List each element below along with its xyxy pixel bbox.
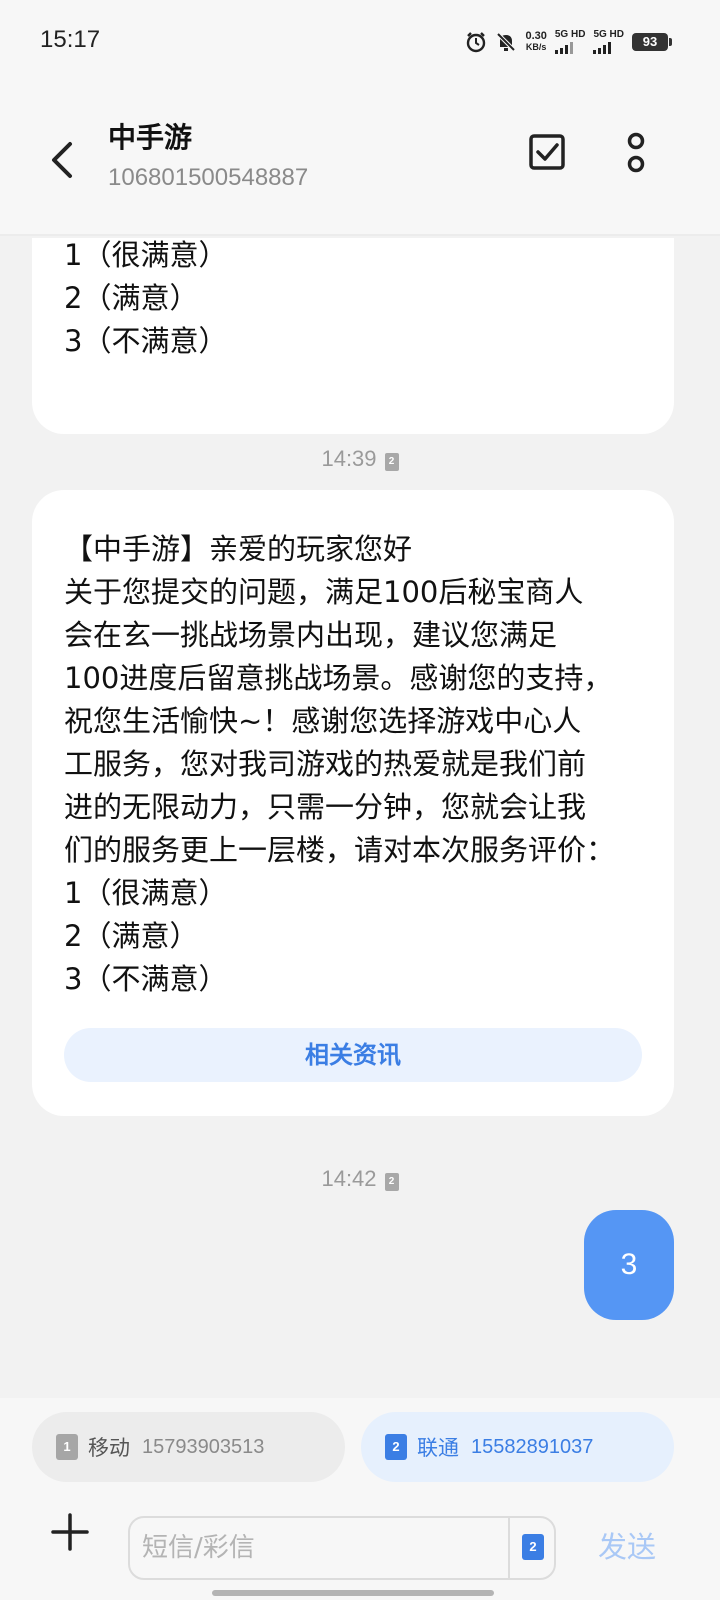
- contact-number: 106801500548887: [108, 164, 309, 191]
- sim1-send-button[interactable]: 1 移动 15793903513: [32, 1412, 345, 1482]
- sim-carrier: 移动: [88, 1436, 130, 1460]
- status-icons: 0.30 KB/s 5G HD 5G HD 93: [465, 28, 672, 56]
- home-indicator[interactable]: [212, 1590, 494, 1596]
- more-options-icon[interactable]: [624, 132, 648, 176]
- sim-card-icon: 2: [384, 1173, 399, 1191]
- message-timestamp: 14:42 2: [0, 1166, 720, 1192]
- message-line: 1（很满意）: [64, 876, 228, 910]
- message-line: 进的无限动力，只需一分钟，您就会让我: [64, 790, 587, 824]
- back-arrow-icon[interactable]: [44, 136, 80, 184]
- status-time: 15:17: [40, 26, 101, 53]
- status-bar: 15:17 0.30 KB/s 5G HD 5G HD 93: [0, 0, 720, 84]
- message-line: 100进度后留意挑战场景。感谢您的支持，: [64, 661, 613, 695]
- message-line: 关于您提交的问题，满足100后秘宝商人: [64, 575, 584, 609]
- mute-bell-icon: [497, 32, 516, 52]
- incoming-message-bubble[interactable]: 【中手游】亲爱的玩家您好 关于您提交的问题，满足100后秘宝商人 会在玄一挑战场…: [32, 490, 674, 1116]
- outgoing-message-bubble[interactable]: 3: [584, 1210, 674, 1320]
- timestamp-time: 14:39: [321, 446, 377, 471]
- sim2-signal-label: 5G HD: [593, 29, 624, 40]
- message-text: 【中手游】亲爱的玩家您好 关于您提交的问题，满足100后秘宝商人 会在玄一挑战场…: [64, 528, 642, 1001]
- sim-selector: 1 移动 15793903513 2 联通 15582891037: [0, 1398, 720, 1484]
- sim2-send-button[interactable]: 2 联通 15582891037: [361, 1412, 674, 1482]
- network-speed: 0.30 KB/s: [525, 31, 546, 53]
- sim-number: 15793903513: [142, 1435, 265, 1458]
- message-input-box: 2: [128, 1516, 556, 1580]
- network-speed-unit: KB/s: [525, 42, 547, 52]
- multi-select-checkbox-icon[interactable]: [528, 132, 566, 172]
- alarm-icon: [467, 32, 486, 53]
- message-line: 2（满意）: [64, 281, 199, 315]
- message-list[interactable]: 1（很满意） 2（满意） 3（不满意） 14:39 2 【中手游】亲爱的玩家您好 …: [0, 238, 720, 1398]
- related-info-button[interactable]: 相关资讯: [64, 1028, 642, 1082]
- signal-bars-icon: [593, 42, 612, 54]
- message-timestamp: 14:39 2: [0, 446, 720, 472]
- send-button[interactable]: 发送: [598, 1524, 656, 1566]
- sim-number: 15582891037: [471, 1435, 594, 1458]
- signal-bars-icon: [554, 42, 573, 54]
- sim2-signal: 5G HD: [593, 30, 624, 54]
- message-line: 工服务，您对我司游戏的热爱就是我们前: [64, 747, 587, 781]
- input-divider: [508, 1518, 510, 1578]
- incoming-message-bubble[interactable]: 1（很满意） 2（满意） 3（不满意）: [32, 238, 674, 434]
- network-speed-value: 0.30: [525, 30, 547, 42]
- message-line: 们的服务更上一层楼，请对本次服务评价：: [64, 833, 616, 867]
- message-line: 1（很满意）: [64, 238, 228, 272]
- message-composer: 2 发送: [0, 1484, 720, 1600]
- message-line: 2（满意）: [64, 919, 199, 953]
- sim-card-icon: 2: [385, 1434, 407, 1460]
- message-line: 【中手游】亲爱的玩家您好: [64, 532, 413, 566]
- sim-switch-icon[interactable]: 2: [522, 1534, 544, 1560]
- sim1-signal-label: 5G HD: [554, 29, 586, 40]
- battery-icon: 93: [632, 33, 672, 51]
- timestamp-time: 14:42: [321, 1166, 377, 1191]
- message-line: 3（不满意）: [64, 324, 228, 358]
- add-attachment-icon[interactable]: [50, 1512, 90, 1552]
- message-line: 祝您生活愉快~！感谢您选择游戏中心人: [64, 704, 582, 738]
- sim-carrier: 联通: [417, 1436, 459, 1460]
- sim-card-icon: 1: [56, 1434, 78, 1460]
- sim1-signal: 5G HD: [554, 29, 586, 54]
- sim-card-icon: 2: [384, 453, 399, 471]
- message-input[interactable]: [142, 1528, 502, 1568]
- contact-name: 中手游: [108, 121, 193, 154]
- message-line: 会在玄一挑战场景内出现，建议您满足: [64, 618, 558, 652]
- message-line: 3（不满意）: [64, 962, 228, 996]
- conversation-header: 中手游 106801500548887: [0, 84, 720, 236]
